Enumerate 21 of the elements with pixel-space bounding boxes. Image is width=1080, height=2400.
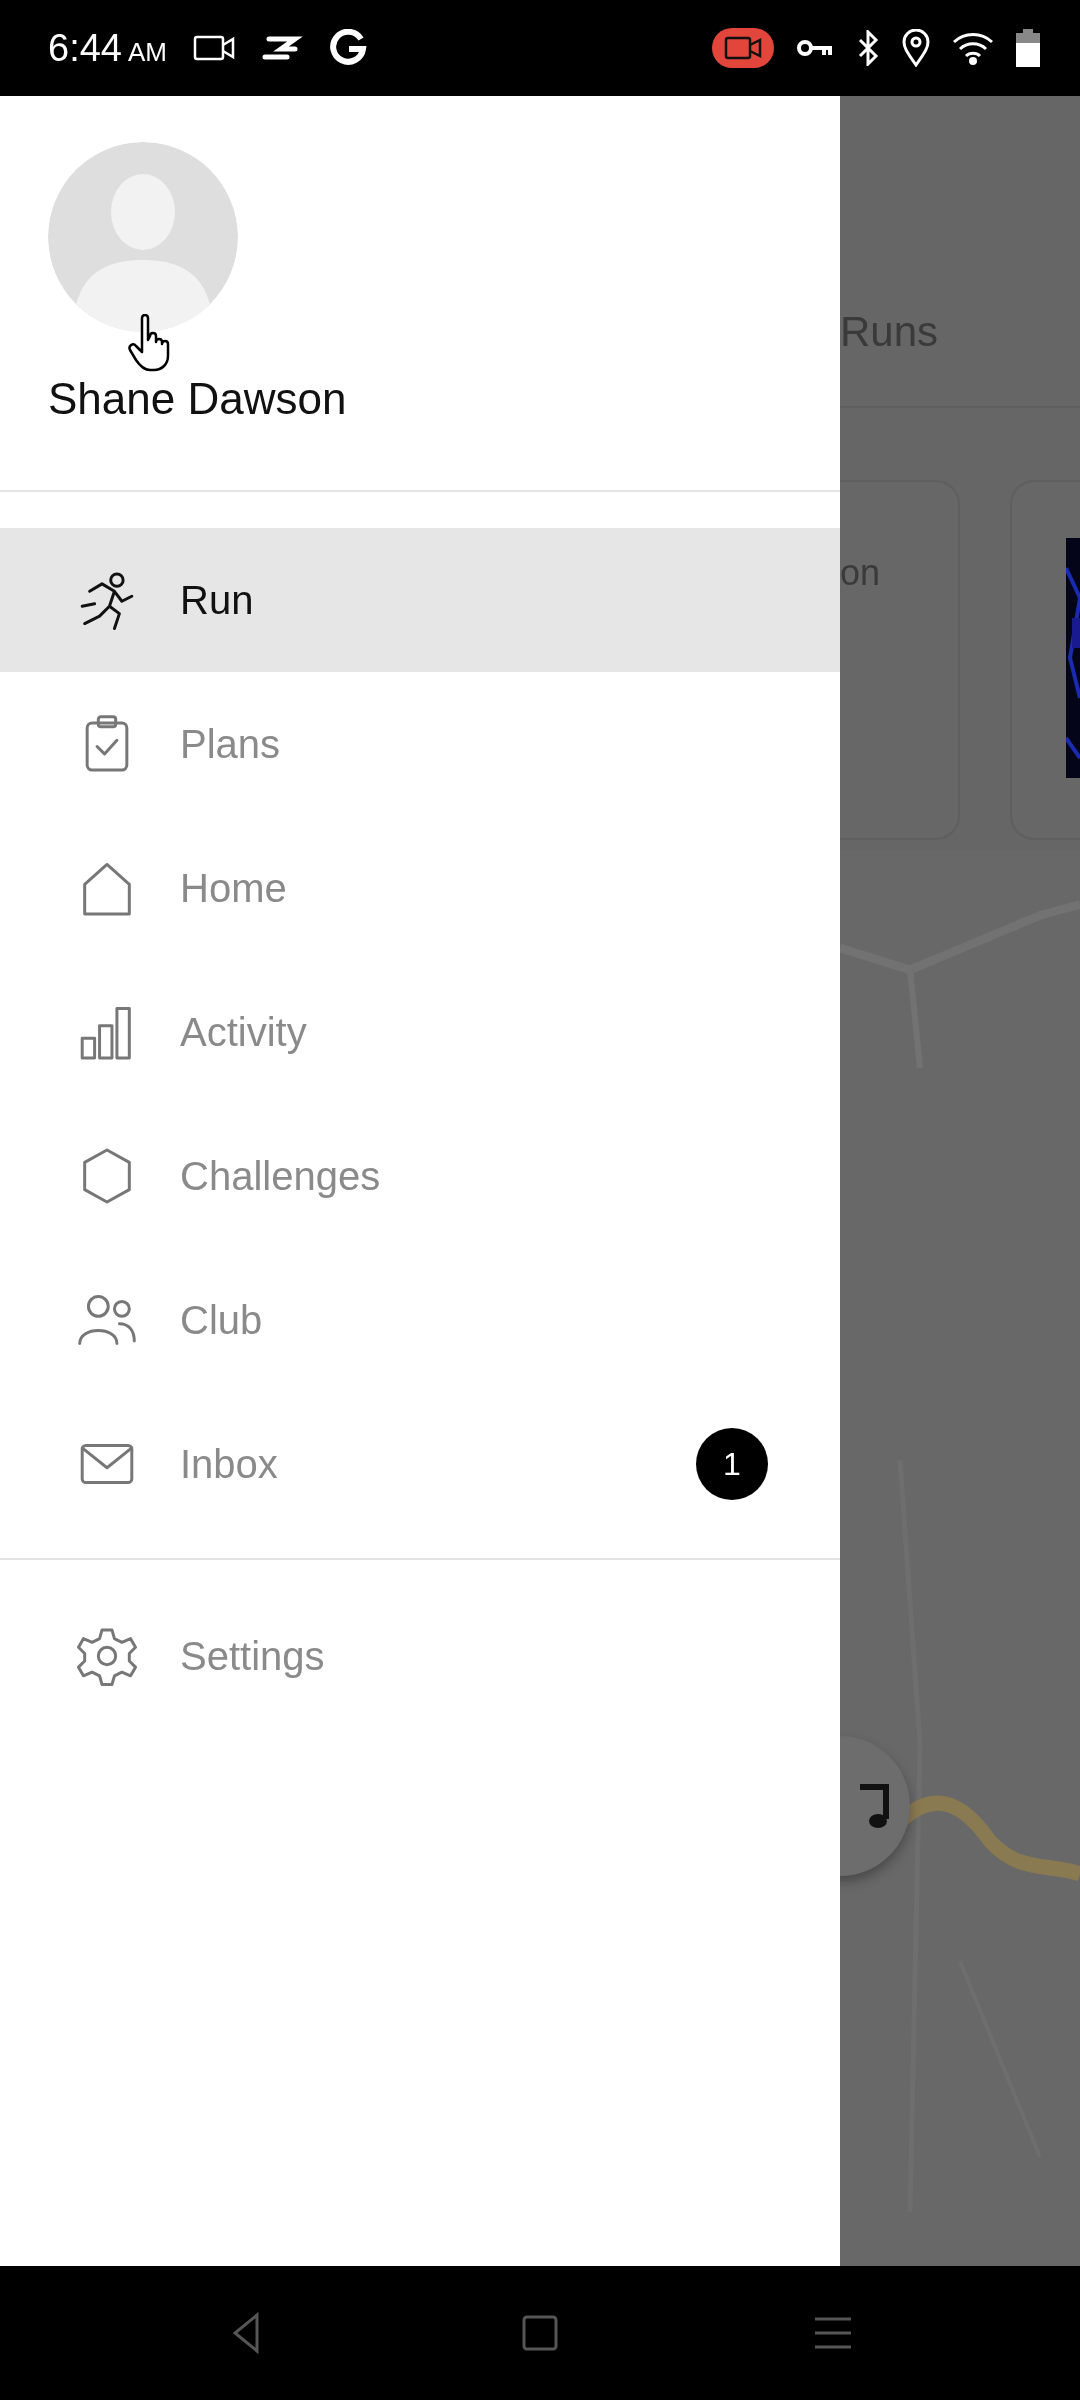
location-icon bbox=[902, 29, 930, 67]
menu-item[interactable]: Activity bbox=[0, 960, 840, 1104]
profile-name: Shane Dawson bbox=[48, 374, 348, 424]
menu-item[interactable]: Inbox 1 bbox=[0, 1392, 840, 1536]
clock: 6:44 AM bbox=[48, 26, 167, 70]
battery-icon bbox=[1016, 29, 1040, 67]
bluetooth-icon bbox=[856, 30, 880, 66]
count-badge: 1 bbox=[696, 1428, 768, 1500]
menu-item[interactable]: Club bbox=[0, 1248, 840, 1392]
screen-record-icon bbox=[712, 28, 774, 68]
wifi-icon bbox=[952, 31, 994, 65]
settings-icon bbox=[76, 1625, 138, 1687]
menu-item[interactable]: Challenges bbox=[0, 1104, 840, 1248]
card[interactable] bbox=[1010, 480, 1080, 840]
am-pm-label: AM bbox=[127, 36, 167, 68]
camera-icon bbox=[192, 33, 235, 63]
google-icon bbox=[328, 29, 367, 67]
menu-item[interactable]: Plans bbox=[0, 672, 840, 816]
menu-item[interactable]: Settings bbox=[0, 1584, 840, 1728]
menu-item[interactable]: Run bbox=[0, 528, 840, 672]
menu-item[interactable]: Home bbox=[0, 816, 840, 960]
